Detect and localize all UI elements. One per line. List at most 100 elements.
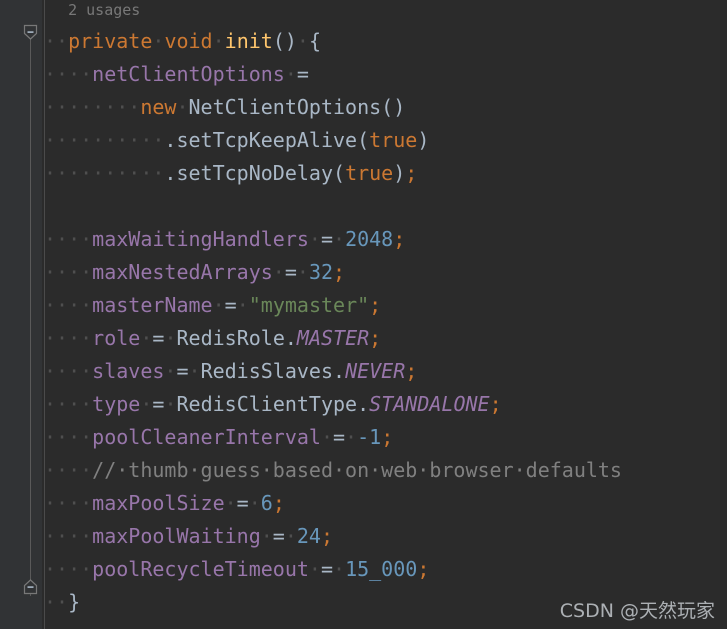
line-new-netclientoptions[interactable]: ········new·NetClientOptions() [44, 91, 727, 124]
code-token: new [140, 95, 177, 119]
code-token: . [357, 392, 370, 416]
leading-whitespace: ···· [44, 524, 93, 548]
line-blank-1[interactable] [44, 190, 727, 223]
code-token: · [345, 425, 358, 449]
code-token: NEVER [345, 359, 406, 383]
code-token: MASTER [296, 326, 370, 350]
code-token: RedisClientType [176, 392, 358, 416]
leading-whitespace: ···· [44, 425, 93, 449]
code-token: · [333, 227, 346, 251]
code-token: () [272, 29, 297, 53]
code-token: 2048 [345, 227, 394, 251]
code-token: ; [320, 524, 334, 548]
code-token: ( [333, 161, 346, 185]
code-token: · [333, 557, 346, 581]
code-token: = [152, 326, 165, 350]
leading-whitespace: ·········· [44, 128, 165, 152]
code-token: role [92, 326, 141, 350]
line-usages[interactable]: 2 usages [44, 0, 727, 25]
leading-whitespace: ········ [44, 95, 141, 119]
leading-whitespace: ···· [44, 392, 93, 416]
line-comment[interactable]: ····//·thumb·guess·based·on·web·browser·… [44, 454, 727, 487]
code-content-area[interactable]: 2 usages ··private·void·init()·{····netCl… [44, 0, 727, 629]
line-type[interactable]: ····type·=·RedisClientType.STANDALONE; [44, 388, 727, 421]
code-token: = [296, 62, 309, 86]
code-token: · [212, 293, 225, 317]
leading-whitespace: ·· [44, 590, 69, 614]
code-token: = [320, 227, 334, 251]
leading-whitespace: ···· [44, 293, 93, 317]
line-poolrecycletimeout[interactable]: ····poolRecycleTimeout·=·15_000; [44, 553, 727, 586]
line-mastername[interactable]: ····masterName·=·"mymaster"; [44, 289, 727, 322]
code-token: · [164, 359, 177, 383]
code-token: ; [417, 557, 430, 581]
code-token: "mymaster" [248, 293, 370, 317]
code-token: · [272, 260, 285, 284]
line-slaves[interactable]: ····slaves·=·RedisSlaves.NEVER; [44, 355, 727, 388]
fold-collapse-method-end-icon[interactable] [22, 578, 39, 595]
code-token: netClientOptions [92, 62, 285, 86]
code-token: . [164, 128, 177, 152]
code-token: RedisRole [176, 326, 285, 350]
watermark-label: CSDN @天然玩家 [559, 600, 715, 622]
code-token: maxPoolSize [92, 491, 225, 515]
code-token: true [345, 161, 394, 185]
line-role[interactable]: ····role·=·RedisRole.MASTER; [44, 322, 727, 355]
code-token: } [68, 590, 81, 614]
code-token: = [272, 524, 285, 548]
leading-whitespace: ···· [44, 359, 93, 383]
code-token: . [333, 359, 346, 383]
leading-whitespace: ···· [44, 227, 93, 251]
code-token: ) [417, 128, 430, 152]
line-maxnestedarrays[interactable]: ····maxNestedArrays·=·32; [44, 256, 727, 289]
line-maxwaitinghandlers[interactable]: ····maxWaitingHandlers·=·2048; [44, 223, 727, 256]
code-token: · [152, 29, 165, 53]
code-token: ; [369, 326, 382, 350]
code-token: type [92, 392, 141, 416]
code-token: = [176, 359, 189, 383]
code-token: 32 [308, 260, 334, 284]
code-token: = [236, 491, 249, 515]
code-token: = [284, 260, 297, 284]
code-token: · [140, 326, 153, 350]
code-token: private [68, 29, 153, 53]
code-token: init [224, 29, 273, 53]
code-token: setTcpKeepAlive [176, 128, 358, 152]
code-token: ) [393, 161, 406, 185]
code-token: · [296, 29, 309, 53]
leading-whitespace: ···· [44, 326, 93, 350]
code-token: = [224, 293, 237, 317]
code-token: () [381, 95, 406, 119]
code-token: slaves [92, 359, 165, 383]
code-token: 2 usages [68, 1, 141, 19]
code-token: RedisSlaves [200, 359, 334, 383]
code-token: //·thumb·guess·based·on·web·browser·defa… [92, 458, 622, 482]
code-token: poolCleanerInterval [92, 425, 321, 449]
line-netclientoptions[interactable]: ····netClientOptions·= [44, 58, 727, 91]
line-maxpoolsize[interactable]: ····maxPoolSize·=·6; [44, 487, 727, 520]
code-token: . [164, 161, 177, 185]
code-token: · [212, 29, 225, 53]
code-token: ; [333, 260, 346, 284]
leading-whitespace: ···· [44, 260, 93, 284]
editor-gutter[interactable] [0, 0, 42, 629]
line-maxpoolwaiting[interactable]: ····maxPoolWaiting·=·24; [44, 520, 727, 553]
code-token: 24 [296, 524, 321, 548]
line-settcpnodelay[interactable]: ··········.setTcpNoDelay(true); [44, 157, 727, 190]
code-token: masterName [92, 293, 213, 317]
code-token: · [308, 227, 321, 251]
code-token: · [164, 392, 177, 416]
code-editor-window: 2 usages ··private·void·init()·{····netCl… [0, 0, 727, 629]
code-token: · [176, 95, 189, 119]
line-settcpkeepalive[interactable]: ··········.setTcpKeepAlive(true) [44, 124, 727, 157]
code-token: · [140, 392, 153, 416]
code-token: · [296, 260, 309, 284]
code-token: NetClientOptions [188, 95, 382, 119]
code-token: maxPoolWaiting [92, 524, 261, 548]
line-signature[interactable]: ··private·void·init()·{ [44, 25, 727, 58]
leading-whitespace: ·········· [44, 161, 165, 185]
code-token: · [248, 491, 261, 515]
fold-collapse-method-start-icon[interactable] [22, 24, 39, 41]
line-poolcleanerinterval[interactable]: ····poolCleanerInterval·=·-1; [44, 421, 727, 454]
